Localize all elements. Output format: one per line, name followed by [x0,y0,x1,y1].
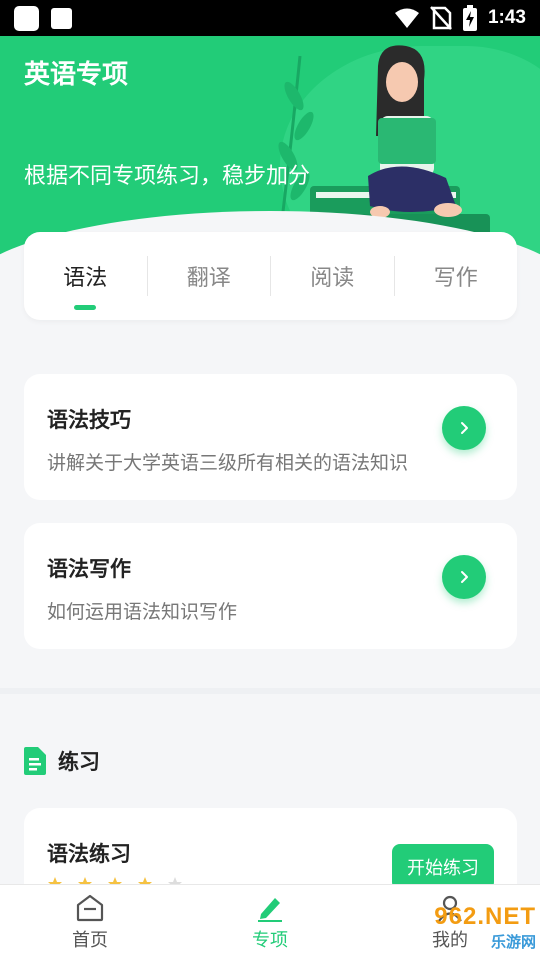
watermark-sub: 乐游网 [490,932,536,951]
card-description: 讲解关于大学英语三级所有相关的语法知识 [47,452,409,474]
wifi-icon [394,8,419,28]
practice-title: 语法练习 [47,842,131,866]
grammar-tips-card[interactable]: 语法技巧 讲解关于大学英语三级所有相关的语法知识 [24,374,517,500]
status-notifications [14,5,72,31]
open-button[interactable] [442,406,486,450]
nav-special[interactable]: 专项 [180,885,360,960]
clock: 1:43 [487,7,526,28]
section-title: 练习 [58,750,100,774]
no-sim-icon [430,6,452,30]
document-icon [24,747,46,775]
notification-icon [51,7,72,29]
watermark-logo: 962.NET 乐游网 [398,898,536,956]
section-divider [0,688,540,694]
watermark-brand: 962.NET [434,902,536,930]
battery-charging-icon [462,5,477,31]
practice-section-header: 练习 [24,746,100,776]
page-title: 英语专项 [24,60,129,90]
status-indicators: 1:43 [394,5,526,31]
home-icon [76,894,104,921]
card-title: 语法技巧 [47,408,131,432]
nav-label: 首页 [72,929,108,951]
notification-icon [14,5,39,31]
tab-reading[interactable]: 阅读 [270,256,394,296]
nav-label: 专项 [252,929,288,951]
tab-grammar[interactable]: 语法 [24,256,147,296]
chevron-right-icon [461,422,468,434]
status-bar: 1:43 [0,0,540,36]
tab-translation[interactable]: 翻译 [146,256,271,296]
grammar-writing-card[interactable]: 语法写作 如何运用语法知识写作 [24,523,517,649]
chevron-right-icon [461,571,468,583]
nav-home[interactable]: 首页 [0,885,180,960]
open-button[interactable] [442,555,486,599]
pencil-icon [258,897,282,922]
card-title: 语法写作 [47,557,131,581]
card-description: 如何运用语法知识写作 [47,601,238,623]
page-subtitle: 根据不同专项练习，稳步加分 [24,164,311,189]
tab-writing[interactable]: 写作 [393,256,518,296]
category-tabs: 语法 翻译 阅读 写作 [24,232,517,320]
